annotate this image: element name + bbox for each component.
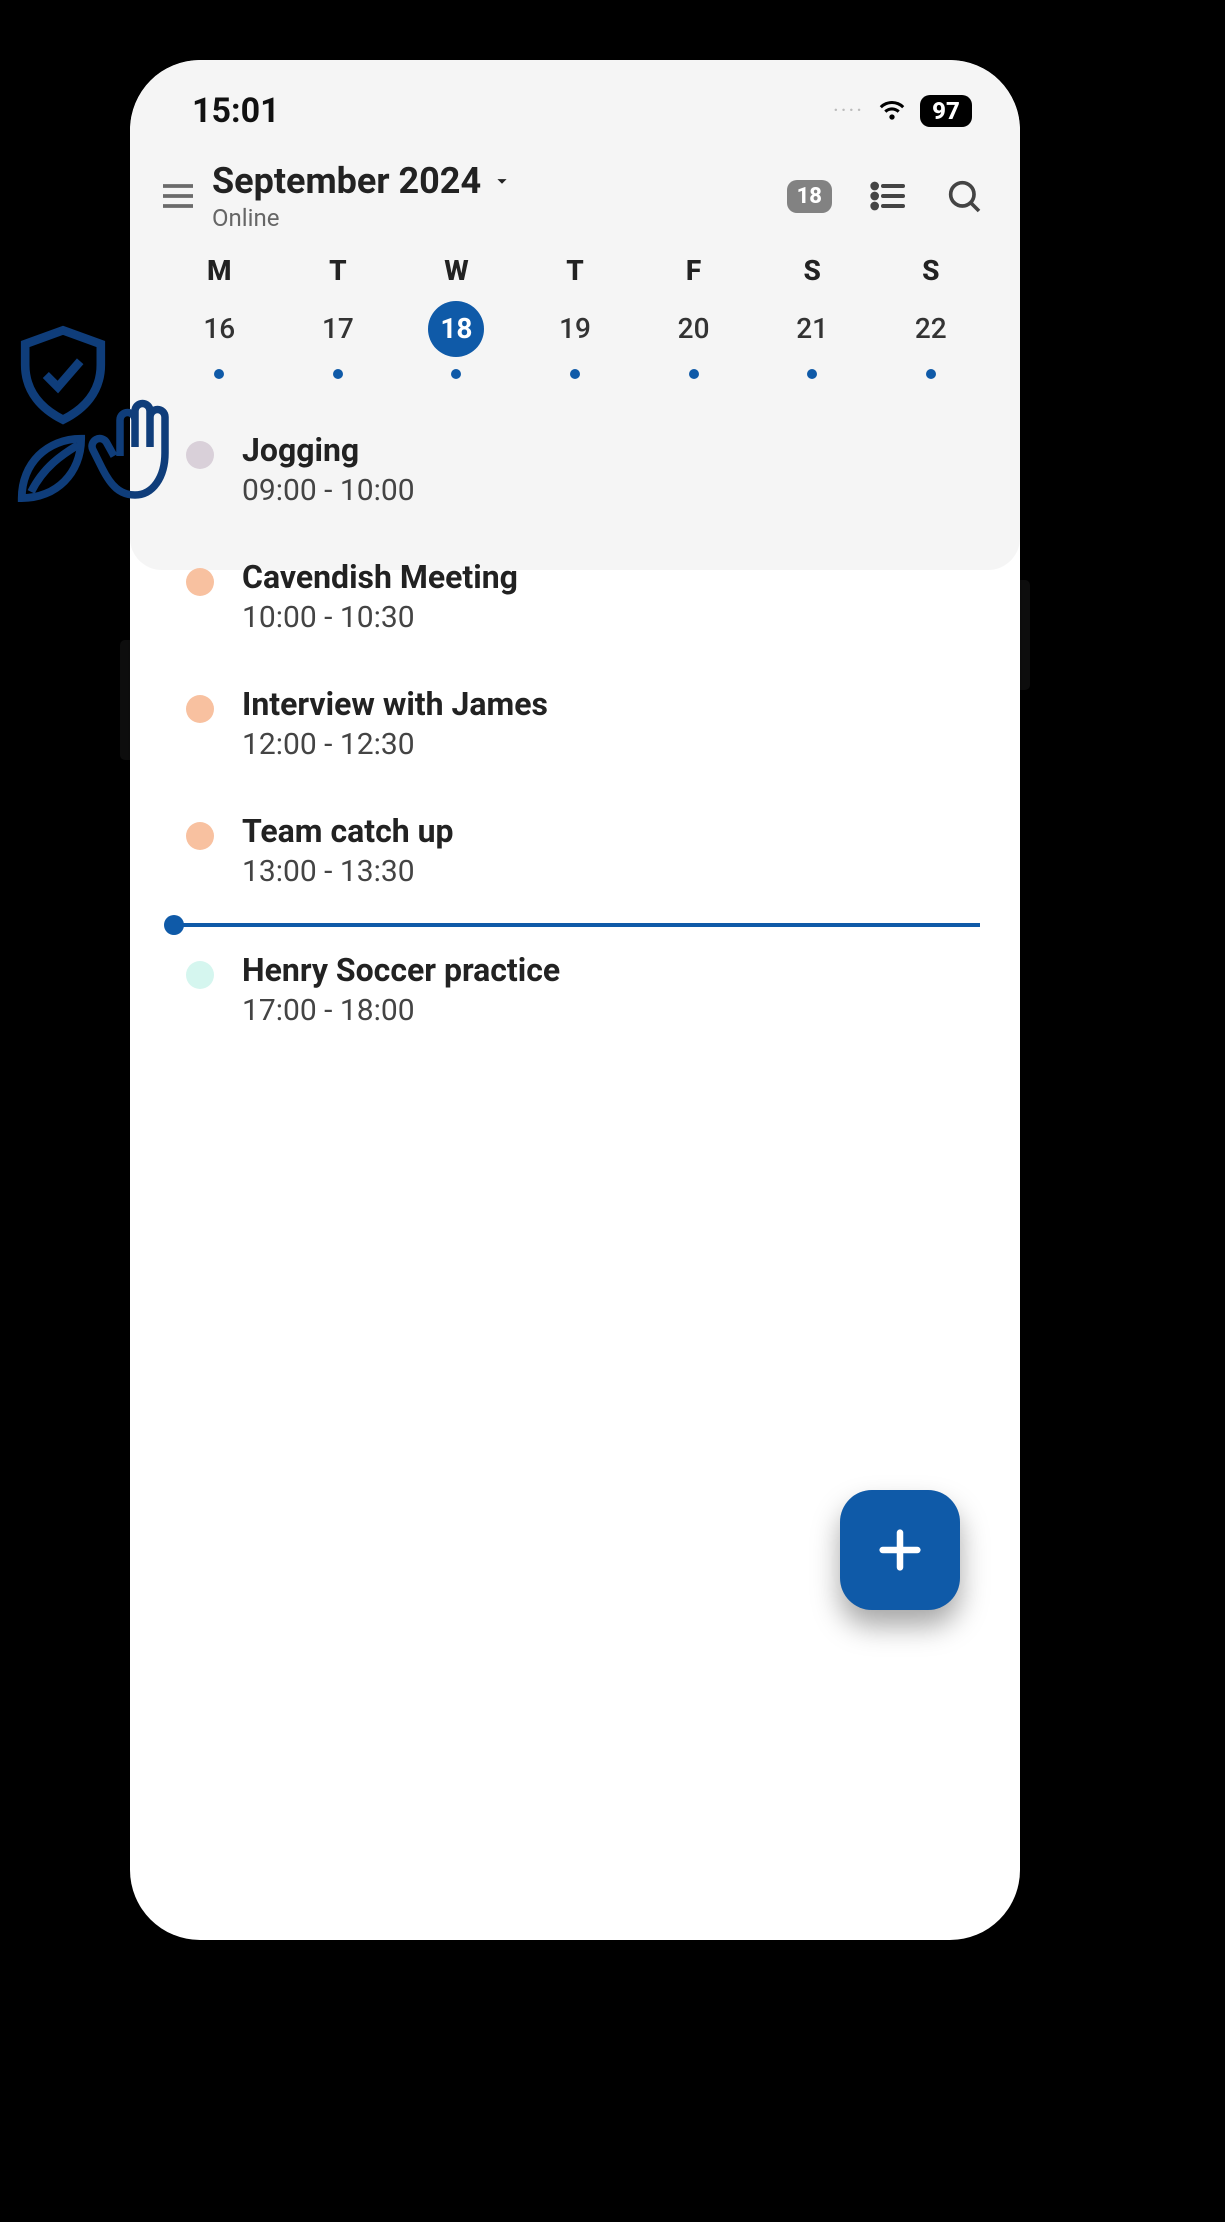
date-cell[interactable]: 20 xyxy=(634,301,753,379)
event-text: Jogging 09:00 - 10:00 xyxy=(242,431,415,508)
wifi-icon xyxy=(876,93,908,129)
status-bar: 15:01 ···· 97 xyxy=(130,60,1020,150)
event-indicator-dot xyxy=(570,369,580,379)
event-color-dot xyxy=(186,822,214,850)
date-number: 16 xyxy=(191,301,247,357)
date-cell[interactable]: 18 xyxy=(397,301,516,379)
date-number: 20 xyxy=(666,301,722,357)
day-label: W xyxy=(397,254,516,287)
date-cell[interactable]: 22 xyxy=(871,301,990,379)
event-title: Cavendish Meeting xyxy=(242,558,518,596)
day-label: S xyxy=(753,254,872,287)
event-text: Henry Soccer practice 17:00 - 18:00 xyxy=(242,951,560,1028)
event-text: Interview with James 12:00 - 12:30 xyxy=(242,685,548,762)
chevron-down-icon xyxy=(491,170,513,192)
event-row[interactable]: Interview with James 12:00 - 12:30 xyxy=(186,669,980,796)
title-block[interactable]: September 2024 Online xyxy=(212,160,779,232)
day-label: M xyxy=(160,254,279,287)
date-number: 17 xyxy=(310,301,366,357)
week-day-labels: MTWTFSS xyxy=(130,238,1020,287)
event-time: 12:00 - 12:30 xyxy=(242,727,548,762)
day-label: T xyxy=(279,254,398,287)
menu-icon[interactable] xyxy=(152,170,204,222)
status-right: ···· 97 xyxy=(833,93,972,129)
event-text: Team catch up 13:00 - 13:30 xyxy=(242,812,454,889)
event-color-dot xyxy=(186,441,214,469)
event-row[interactable]: Cavendish Meeting 10:00 - 10:30 xyxy=(186,542,980,669)
battery-badge: 97 xyxy=(920,95,972,127)
signal-dots-icon: ···· xyxy=(833,99,864,124)
date-cell[interactable]: 19 xyxy=(516,301,635,379)
header-actions: 18 xyxy=(787,176,984,216)
event-indicator-dot xyxy=(333,369,343,379)
event-title: Henry Soccer practice xyxy=(242,951,560,989)
event-time: 09:00 - 10:00 xyxy=(242,473,415,508)
event-text: Cavendish Meeting 10:00 - 10:30 xyxy=(242,558,518,635)
event-title: Jogging xyxy=(242,431,415,469)
search-icon[interactable] xyxy=(944,176,984,216)
event-indicator-dot xyxy=(451,369,461,379)
events-list: Jogging 09:00 - 10:00 Cavendish Meeting 10:… xyxy=(130,379,1020,1062)
week-dates: 16 17 18 19 20 21 22 xyxy=(130,287,1020,379)
event-row[interactable]: Jogging 09:00 - 10:00 xyxy=(186,415,980,542)
day-label: F xyxy=(634,254,753,287)
list-view-icon[interactable] xyxy=(868,176,908,216)
event-title: Interview with James xyxy=(242,685,548,723)
event-indicator-dot xyxy=(807,369,817,379)
phone-frame: 15:01 ···· 97 September 2024 Online 18 xyxy=(130,60,1020,1940)
day-label: T xyxy=(516,254,635,287)
date-cell[interactable]: 21 xyxy=(753,301,872,379)
date-number: 19 xyxy=(547,301,603,357)
event-time: 13:00 - 13:30 xyxy=(242,854,454,889)
current-time-indicator xyxy=(172,923,980,927)
account-status: Online xyxy=(212,204,779,232)
event-title: Team catch up xyxy=(242,812,454,850)
event-indicator-dot xyxy=(926,369,936,379)
date-cell[interactable]: 17 xyxy=(279,301,398,379)
phone-side-button-right xyxy=(1020,580,1030,690)
event-color-dot xyxy=(186,695,214,723)
date-number: 18 xyxy=(428,301,484,357)
date-number: 21 xyxy=(784,301,840,357)
plus-icon xyxy=(874,1524,926,1576)
month-title: September 2024 xyxy=(212,160,481,202)
add-event-button[interactable] xyxy=(840,1490,960,1610)
date-number: 22 xyxy=(903,301,959,357)
today-chip[interactable]: 18 xyxy=(787,180,832,213)
event-indicator-dot xyxy=(689,369,699,379)
event-row[interactable]: Henry Soccer practice 17:00 - 18:00 xyxy=(186,935,980,1062)
app-header: September 2024 Online 18 xyxy=(130,150,1020,238)
status-time: 15:01 xyxy=(192,91,280,131)
event-color-dot xyxy=(186,961,214,989)
day-label: S xyxy=(871,254,990,287)
event-time: 10:00 - 10:30 xyxy=(242,600,518,635)
date-cell[interactable]: 16 xyxy=(160,301,279,379)
event-time: 17:00 - 18:00 xyxy=(242,993,560,1028)
hand-icon xyxy=(88,390,188,510)
phone-side-button-left xyxy=(120,640,130,760)
event-indicator-dot xyxy=(214,369,224,379)
event-color-dot xyxy=(186,568,214,596)
event-row[interactable]: Team catch up 13:00 - 13:30 xyxy=(186,796,980,923)
